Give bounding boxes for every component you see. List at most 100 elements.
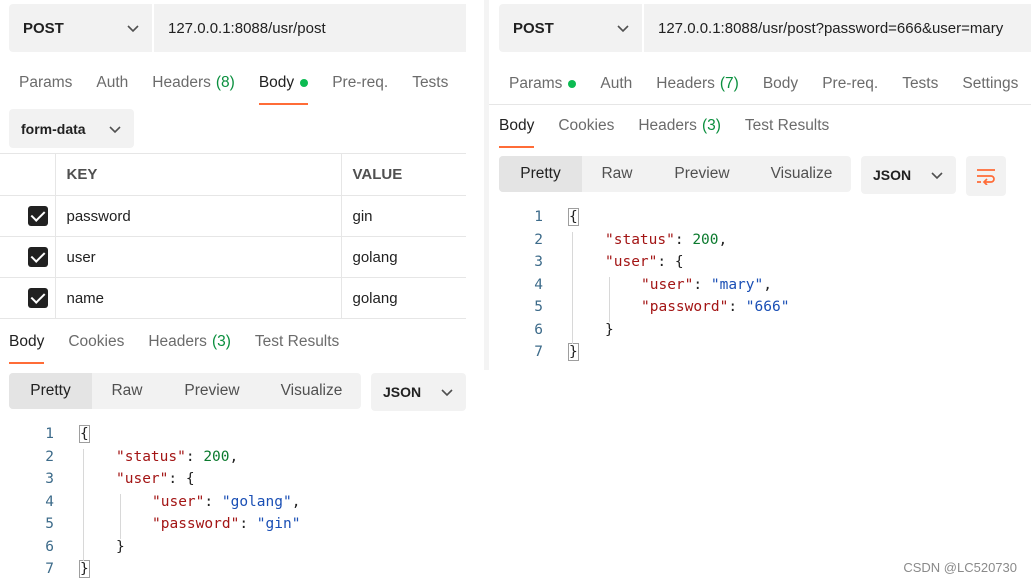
key-cell[interactable]: name <box>55 277 342 319</box>
line-number: 4 <box>534 276 543 293</box>
tab-pre-req[interactable]: Pre-req. <box>332 65 388 101</box>
code-line: { <box>79 425 90 443</box>
json-colon: : <box>239 516 257 532</box>
indent-guide <box>83 448 84 561</box>
tab-params[interactable]: Params <box>509 66 577 102</box>
tab-params[interactable]: Params <box>19 65 72 101</box>
code-line: "user": { <box>116 471 195 487</box>
tab-headers[interactable]: Headers (3) <box>148 324 231 360</box>
method-select[interactable]: POST <box>9 4 152 52</box>
url-input[interactable]: 127.0.0.1:8088/usr/post?password=666&use… <box>642 4 1031 52</box>
indent-guide <box>572 231 573 344</box>
tab-headers[interactable]: Headers (7) <box>656 66 739 102</box>
tab-label: Body <box>499 117 535 134</box>
indent-guide <box>609 276 610 322</box>
line-number: 2 <box>534 231 543 248</box>
row-checkbox-cell <box>0 236 56 278</box>
tab-headers[interactable]: Headers (8) <box>152 65 235 101</box>
table-row[interactable]: password gin <box>0 195 466 237</box>
method-select[interactable]: POST <box>499 4 642 52</box>
key-cell[interactable]: user <box>55 236 342 278</box>
table-row[interactable]: user golang <box>0 236 466 278</box>
tab-count-badge: (3) <box>701 117 721 134</box>
json-value: { <box>185 471 195 487</box>
view-pretty-button[interactable]: Pretty <box>9 373 92 409</box>
json-value: 200 <box>203 448 230 465</box>
url-bar: POST 127.0.0.1:8088/usr/post <box>9 4 466 52</box>
tab-tests[interactable]: Tests <box>902 66 938 102</box>
url-input[interactable]: 127.0.0.1:8088/usr/post <box>152 4 466 52</box>
value-cell[interactable]: golang <box>341 277 466 319</box>
tab-test-results[interactable]: Test Results <box>255 324 339 360</box>
response-body-editor[interactable]: 1{2 "status": 200, 3 "user": {4 "user": "gol… <box>24 425 464 583</box>
tab-body[interactable]: Body <box>763 66 798 102</box>
tab-divider <box>489 104 1031 105</box>
tab-auth[interactable]: Auth <box>96 65 128 101</box>
tab-body[interactable]: Body <box>9 324 45 364</box>
line-number: 2 <box>45 448 54 465</box>
json-comma: , <box>229 448 239 465</box>
line-number: 1 <box>45 426 54 442</box>
response-body-editor[interactable]: 1{2 "status": 200, 3 "user": {4 "user": "mar… <box>513 208 1023 369</box>
json-key: "user" <box>152 493 205 510</box>
tab-label: Headers <box>656 75 715 92</box>
view-raw-button[interactable]: Raw <box>582 156 652 192</box>
response-tabs: Body Cookies Headers (3) Test Results <box>499 108 853 148</box>
view-pretty-button[interactable]: Pretty <box>499 156 582 192</box>
tab-label: Params <box>509 75 563 92</box>
json-comma: , <box>291 493 301 510</box>
tab-cookies[interactable]: Cookies <box>68 324 124 360</box>
view-raw-button[interactable]: Raw <box>92 373 162 409</box>
checkbox-checked[interactable] <box>28 288 48 308</box>
tab-headers[interactable]: Headers (3) <box>638 108 721 144</box>
table-row[interactable]: name golang <box>0 277 466 319</box>
tab-body[interactable]: Body <box>499 108 535 148</box>
code-line: "user": { <box>605 254 684 270</box>
tab-label: Auth <box>600 75 633 92</box>
json-brace: } <box>79 560 90 578</box>
checkbox-checked[interactable] <box>28 206 48 226</box>
tab-test-results[interactable]: Test Results <box>745 108 829 144</box>
tab-label: Auth <box>96 74 129 91</box>
tab-settings[interactable]: Settings <box>962 66 1018 102</box>
tab-auth[interactable]: Auth <box>600 66 632 102</box>
tab-count-badge: (7) <box>719 75 739 92</box>
code-line: { <box>568 208 579 226</box>
tab-label: Pre-req. <box>822 75 879 92</box>
json-value: "666" <box>745 299 790 315</box>
body-type-select[interactable]: form-data <box>9 109 134 148</box>
line-number: 7 <box>534 344 543 360</box>
wrap-lines-icon <box>977 169 995 185</box>
code-line: "password": "666" <box>641 299 789 315</box>
tab-label: Pre-req. <box>332 74 389 91</box>
json-colon: : <box>728 299 746 315</box>
wrap-lines-button[interactable] <box>966 156 1006 196</box>
chevron-down-icon <box>617 25 629 33</box>
key-cell[interactable]: password <box>55 195 342 237</box>
view-preview-button[interactable]: Preview <box>652 156 752 192</box>
json-colon: : <box>657 254 675 270</box>
line-number: 6 <box>534 321 543 338</box>
value-cell[interactable]: golang <box>341 236 466 278</box>
tab-label: Settings <box>962 75 1019 92</box>
format-select[interactable]: JSON <box>371 373 466 411</box>
json-brace: } <box>568 343 579 361</box>
format-label: JSON <box>383 384 422 400</box>
checkbox-checked[interactable] <box>28 247 48 267</box>
json-key: "status" <box>605 231 675 248</box>
value-column-header: VALUE <box>341 153 466 196</box>
tab-tests[interactable]: Tests <box>412 65 448 101</box>
tab-label: Tests <box>412 74 449 91</box>
tab-cookies[interactable]: Cookies <box>558 108 614 144</box>
format-select[interactable]: JSON <box>861 156 956 194</box>
view-visualize-button[interactable]: Visualize <box>262 373 361 409</box>
json-value: "mary" <box>710 276 764 293</box>
tab-pre-req[interactable]: Pre-req. <box>822 66 878 102</box>
tab-body[interactable]: Body <box>258 65 309 105</box>
row-checkbox-cell <box>0 277 56 319</box>
view-preview-button[interactable]: Preview <box>162 373 262 409</box>
tab-label: Headers <box>638 117 697 134</box>
value-cell[interactable]: gin <box>341 195 466 237</box>
json-brace: } <box>116 538 125 555</box>
view-visualize-button[interactable]: Visualize <box>752 156 851 192</box>
